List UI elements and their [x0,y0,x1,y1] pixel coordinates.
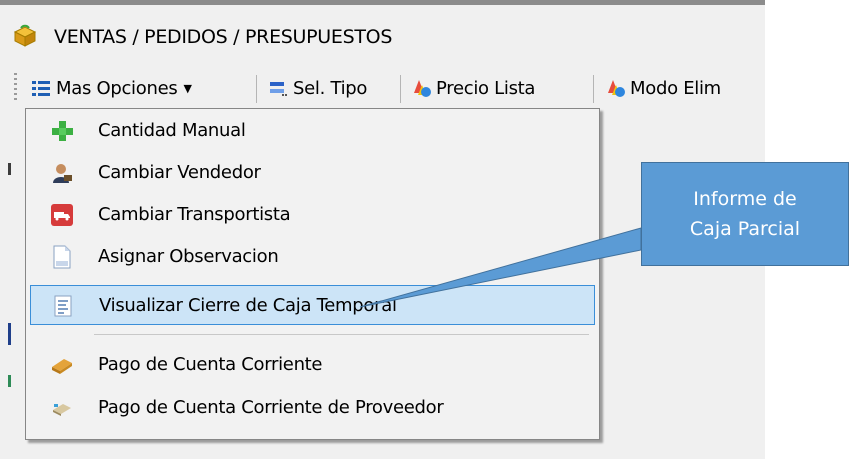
mas-opciones-menu: Cantidad Manual Cambiar Vendedor Cambiar… [25,108,600,440]
callout-box: Informe de Caja Parcial [641,162,849,266]
menu-item-pago-cuenta-corriente[interactable]: Pago de Cuenta Corriente [30,345,595,385]
menu-item-cantidad-manual[interactable]: Cantidad Manual [30,111,595,151]
sel-tipo-button[interactable]: Sel. Tipo [267,71,367,105]
toolbar-separator [593,75,594,103]
callout-line-2: Caja Parcial [689,218,801,240]
menu-item-asignar-observacion[interactable]: Asignar Observacion [30,237,595,277]
menu-item-pago-proveedor[interactable]: Pago de Cuenta Corriente de Proveedor [30,388,595,428]
mas-opciones-label: Mas Opciones [56,77,178,99]
menu-item-cambiar-vendedor[interactable]: Cambiar Vendedor [30,153,595,193]
menu-item-label: Pago de Cuenta Corriente de Proveedor [98,397,444,418]
left-mark [8,163,11,175]
left-mark [8,323,11,345]
package-icon [13,24,37,47]
modo-elim-button[interactable]: Modo Elim [604,71,721,105]
payment-icon [52,359,72,374]
supplier-payment-icon [53,404,71,416]
menu-item-label: Visualizar Cierre de Caja Temporal [99,295,397,316]
left-strip [0,113,14,459]
callout-line-1: Informe de [693,188,797,210]
select-type-icon [270,82,287,96]
list-icon [32,81,50,96]
toolbar-separator [400,75,401,103]
toolbar-separator [256,75,257,103]
menu-item-label: Cambiar Vendedor [98,162,261,183]
chevron-down-icon: ▼ [183,81,192,95]
window-title: VENTAS / PEDIDOS / PRESUPUESTOS [54,26,393,48]
sel-tipo-label: Sel. Tipo [293,77,368,99]
menu-item-label: Asignar Observacion [98,246,279,267]
toolbar-grip[interactable] [14,73,17,103]
title-bar: VENTAS / PEDIDOS / PRESUPUESTOS [0,5,765,61]
truck-icon [51,204,73,226]
modo-elim-label: Modo Elim [630,77,721,99]
price-list-icon [414,80,431,97]
salesperson-icon [53,164,72,183]
menu-item-visualizar-cierre[interactable]: Visualizar Cierre de Caja Temporal [30,285,595,325]
toolbar: Mas Opciones ▼ Sel. Tipo Precio Lista Mo… [0,65,765,113]
precio-lista-label: Precio Lista [436,77,536,99]
delete-mode-icon [608,80,625,97]
left-mark [8,375,11,387]
mas-opciones-button[interactable]: Mas Opciones ▼ [30,71,192,105]
menu-item-label: Cantidad Manual [98,120,246,141]
document-icon [53,245,71,269]
report-icon [54,295,72,317]
menu-item-cambiar-transportista[interactable]: Cambiar Transportista [30,195,595,235]
green-plus-icon [52,121,73,141]
precio-lista-button[interactable]: Precio Lista [410,71,535,105]
menu-item-label: Pago de Cuenta Corriente [98,354,323,375]
menu-separator [94,334,589,335]
menu-item-label: Cambiar Transportista [98,204,291,225]
